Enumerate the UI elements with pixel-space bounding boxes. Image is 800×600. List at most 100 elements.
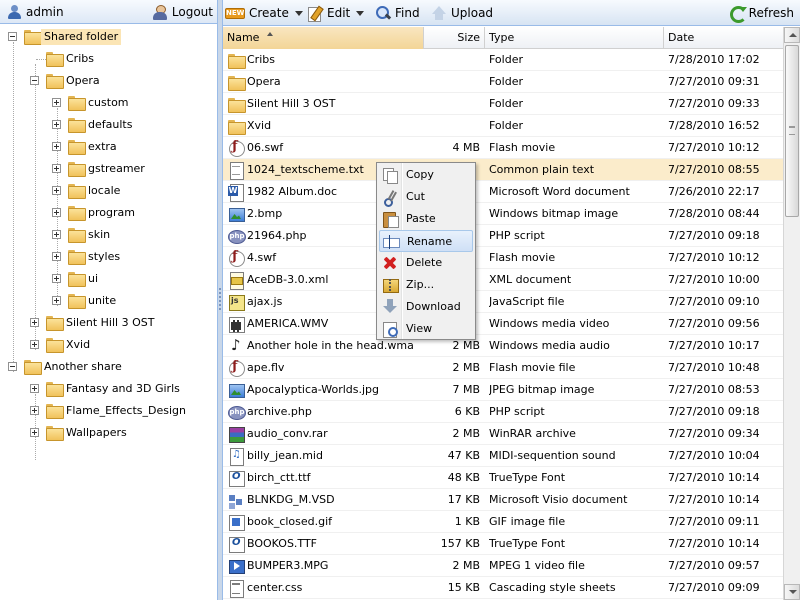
- tree-node-wallpapers[interactable]: Wallpapers: [0, 422, 217, 444]
- context-menu-item-paste[interactable]: Paste: [379, 208, 473, 230]
- table-row[interactable]: billy_jean.mid 47 KB MIDI-sequention sound…: [223, 445, 783, 467]
- column-header-type[interactable]: Type: [485, 27, 664, 49]
- table-row[interactable]: Opera Folder 7/27/2010 09:31: [223, 71, 783, 93]
- column-header-date[interactable]: Date: [664, 27, 783, 49]
- tree-node-opera[interactable]: Opera: [0, 70, 217, 92]
- tree-node-defaults[interactable]: defaults: [0, 114, 217, 136]
- edit-button[interactable]: Edit: [307, 2, 365, 24]
- context-menu-item-delete[interactable]: Delete: [379, 252, 473, 274]
- tree-node-flame-effects[interactable]: Flame_Effects_Design: [0, 400, 217, 422]
- scroll-up-button[interactable]: [784, 27, 800, 43]
- table-row[interactable]: BUMPER3.MPG 2 MB MPEG 1 video file 7/27/201…: [223, 555, 783, 577]
- file-size: 6 KB: [454, 405, 480, 418]
- vertical-scrollbar[interactable]: [783, 27, 800, 600]
- refresh-button[interactable]: Refresh: [729, 2, 794, 24]
- column-header-size[interactable]: Size: [424, 27, 485, 49]
- table-row[interactable]: Apocalyptica-Worlds.jpg 7 MB JPEG bitmap i…: [223, 379, 783, 401]
- file-date: 7/27/2010 10:14: [668, 493, 760, 506]
- column-header-label: Date: [668, 31, 695, 44]
- table-row[interactable]: 1982 Album.docMicrosoft Word document7/2…: [223, 181, 783, 203]
- upload-button[interactable]: Upload: [431, 2, 493, 24]
- file-type: Common plain text: [489, 163, 595, 176]
- tree-node-styles[interactable]: styles: [0, 246, 217, 268]
- table-row[interactable]: AceDB-3.0.xml XML document 7/27/2010 10:00: [223, 269, 783, 291]
- tree-node-locale[interactable]: locale: [0, 180, 217, 202]
- collapse-toggle[interactable]: [8, 32, 17, 41]
- word-document-icon: [228, 184, 244, 202]
- table-row[interactable]: BOOKOS.TTF 157 KB TrueType Font 7/27/2010 1…: [223, 533, 783, 555]
- folder-icon: [68, 118, 86, 133]
- expand-toggle[interactable]: [52, 120, 61, 129]
- find-button[interactable]: Find: [375, 2, 420, 24]
- tree-node-extra[interactable]: extra: [0, 136, 217, 158]
- expand-toggle[interactable]: [52, 98, 61, 107]
- file-list-panel: NEW Create Edit Find Upload Refresh Name…: [222, 0, 800, 600]
- table-row[interactable]: AMERICA.WMV Windows media video 7/27/2010 …: [223, 313, 783, 335]
- expand-toggle[interactable]: [52, 274, 61, 283]
- table-row[interactable]: 4.swfFlash movie7/27/2010 10:12: [223, 247, 783, 269]
- expand-toggle[interactable]: [52, 164, 61, 173]
- collapse-toggle[interactable]: [30, 76, 39, 85]
- context-menu-label: Copy: [406, 168, 434, 181]
- tree-node-program[interactable]: program: [0, 202, 217, 224]
- tree-node-custom[interactable]: custom: [0, 92, 217, 114]
- expand-toggle[interactable]: [30, 384, 39, 393]
- tree-node-fantasy[interactable]: Fantasy and 3D Girls: [0, 378, 217, 400]
- context-menu-item-cut[interactable]: Cut: [379, 186, 473, 208]
- expand-toggle[interactable]: [52, 230, 61, 239]
- tree-node-xvid[interactable]: Xvid: [0, 334, 217, 356]
- context-menu-item-zip[interactable]: Zip...: [379, 274, 473, 296]
- table-row[interactable]: Cribs Folder 7/28/2010 17:02: [223, 49, 783, 71]
- logout-button[interactable]: Logout: [152, 2, 213, 22]
- file-date: 7/27/2010 09:56: [668, 317, 760, 330]
- table-row[interactable]: 1024_textscheme.txt Common plain text 7/27…: [223, 159, 783, 181]
- table-row[interactable]: 2.bmp Windows bitmap image 7/28/2010 08:44: [223, 203, 783, 225]
- table-row[interactable]: Silent Hill 3 OST Folder 7/27/2010 09:33: [223, 93, 783, 115]
- collapse-toggle[interactable]: [8, 362, 17, 371]
- tree-node-ui[interactable]: ui: [0, 268, 217, 290]
- file-size: 17 KB: [447, 493, 480, 506]
- tree-node-another-share[interactable]: Another share: [0, 356, 217, 378]
- expand-toggle[interactable]: [30, 340, 39, 349]
- expand-toggle[interactable]: [30, 406, 39, 415]
- expand-toggle[interactable]: [52, 208, 61, 217]
- column-header-name[interactable]: Name: [223, 27, 424, 49]
- table-row[interactable]: audio_conv.rar 2 MB WinRAR archive 7/27/201…: [223, 423, 783, 445]
- scroll-thumb[interactable]: [785, 45, 799, 217]
- expand-toggle[interactable]: [30, 318, 39, 327]
- context-menu-item-copy[interactable]: Copy: [379, 164, 473, 186]
- expand-toggle[interactable]: [30, 428, 39, 437]
- context-menu-item-rename[interactable]: Rename: [379, 230, 473, 252]
- context-menu-item-view[interactable]: View: [379, 318, 473, 340]
- tree-node-cribs[interactable]: Cribs: [0, 48, 217, 70]
- tree-node-skin[interactable]: skin: [0, 224, 217, 246]
- table-row[interactable]: book_closed.gif 1 KB GIF image file 7/27/20…: [223, 511, 783, 533]
- tree-node-label: defaults: [88, 118, 133, 131]
- table-row[interactable]: Xvid Folder 7/28/2010 16:52: [223, 115, 783, 137]
- table-row[interactable]: archive.php 6 KB PHP script 7/27/2010 09:18: [223, 401, 783, 423]
- tree-node-label: Fantasy and 3D Girls: [66, 382, 180, 395]
- expand-toggle[interactable]: [52, 296, 61, 305]
- scroll-down-button[interactable]: [784, 584, 800, 600]
- tree-node-unite[interactable]: unite: [0, 290, 217, 312]
- table-row[interactable]: 06.swf 4 MB Flash movie 7/27/2010 10:12: [223, 137, 783, 159]
- context-menu-item-download[interactable]: Download: [379, 296, 473, 318]
- create-button[interactable]: NEW Create: [225, 2, 303, 24]
- expand-toggle[interactable]: [52, 186, 61, 195]
- expand-toggle[interactable]: [52, 252, 61, 261]
- table-row[interactable]: 21964.phpPHP script7/27/2010 09:18: [223, 225, 783, 247]
- tree-node-silent-hill[interactable]: Silent Hill 3 OST: [0, 312, 217, 334]
- table-row[interactable]: BLNKDG_M.VSD 17 KB Microsoft Visio documen…: [223, 489, 783, 511]
- table-row[interactable]: birch_ctt.ttf 48 KB TrueType Font 7/27/2010…: [223, 467, 783, 489]
- tree-node-shared-folder[interactable]: Shared folder: [0, 26, 217, 48]
- table-row[interactable]: ajax.jsJavaScript file7/27/2010 09:10: [223, 291, 783, 313]
- logout-label: Logout: [171, 5, 213, 19]
- file-date: 7/28/2010 17:02: [668, 53, 760, 66]
- table-row[interactable]: Another hole in the head.wma2 MBWindows …: [223, 335, 783, 357]
- tree-node-gstreamer[interactable]: gstreamer: [0, 158, 217, 180]
- splitter-grip[interactable]: [219, 288, 221, 310]
- php-icon: [228, 228, 246, 244]
- table-row[interactable]: ape.flv 2 MB Flash movie file 7/27/2010 10:…: [223, 357, 783, 379]
- table-row[interactable]: center.css 15 KB Cascading style sheets 7/2…: [223, 577, 783, 599]
- expand-toggle[interactable]: [52, 142, 61, 151]
